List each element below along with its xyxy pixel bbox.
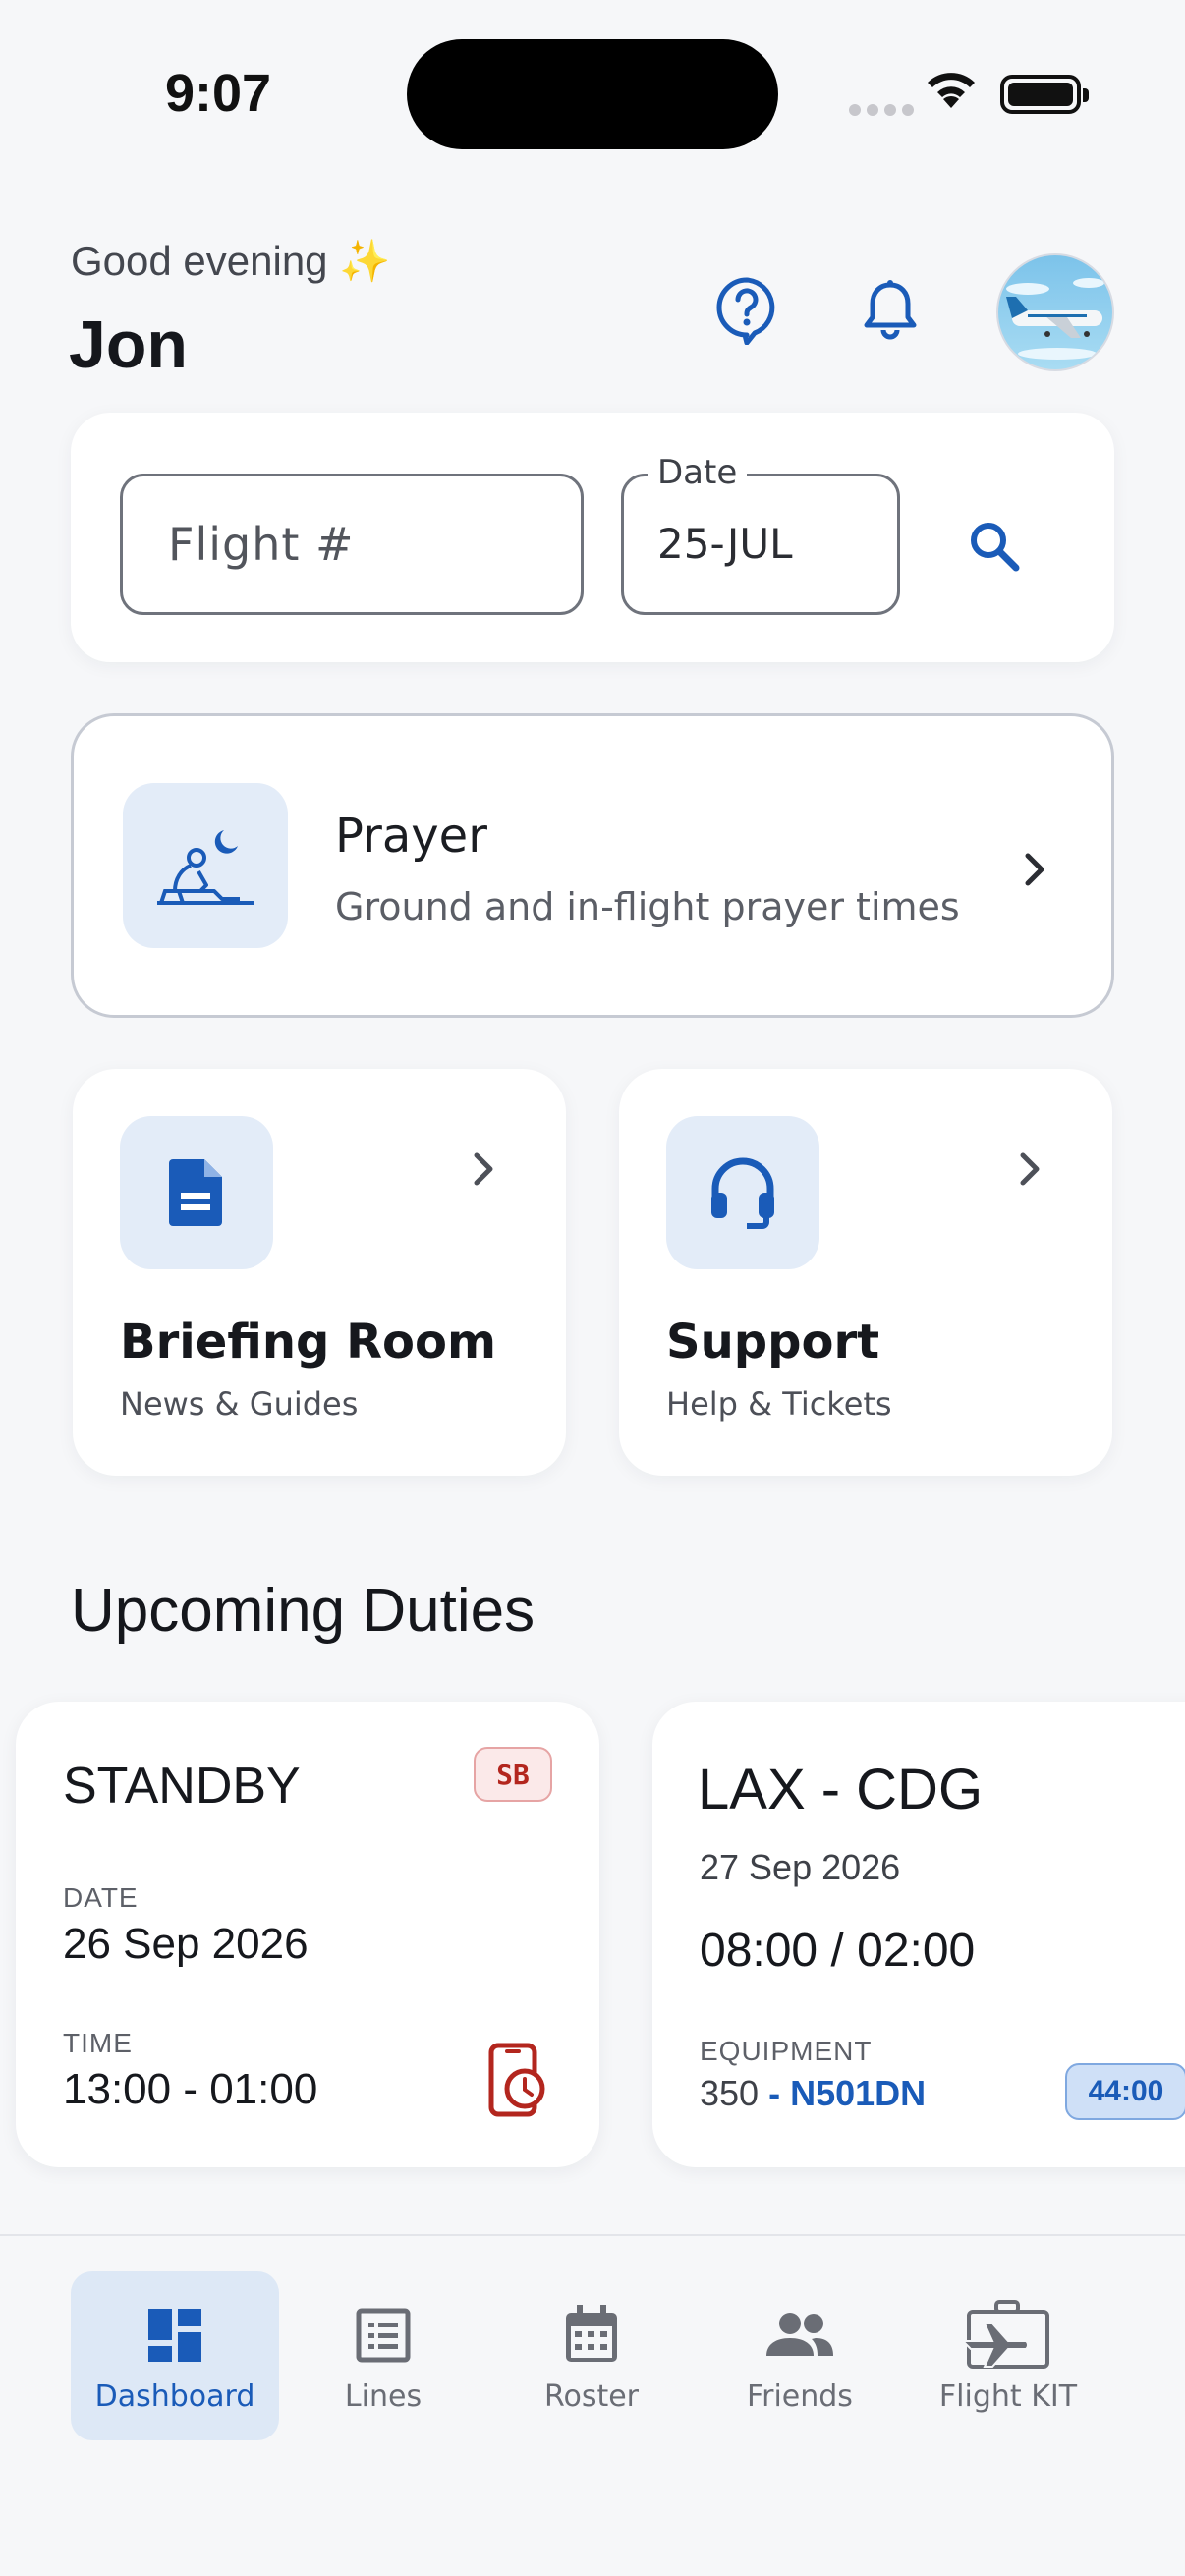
cellular-signal-icon	[849, 104, 914, 116]
list-icon	[355, 2301, 412, 2370]
profile-avatar[interactable]	[996, 253, 1114, 371]
flight-duty-card[interactable]: LAX - CDG 27 Sep 2026 08:00 / 02:00 EQUI…	[652, 1702, 1185, 2167]
battery-icon	[1000, 75, 1089, 114]
chevron-right-icon	[1010, 1149, 1049, 1189]
airplane-avatar-icon	[1006, 278, 1104, 360]
duty-date: 26 Sep 2026	[63, 1920, 309, 1968]
flight-bag-icon	[961, 2300, 1055, 2370]
aircraft-registration: N501DN	[790, 2073, 927, 2113]
nav-label: Friends	[747, 2380, 853, 2414]
prayer-title: Prayer	[335, 809, 487, 864]
equipment-label: EQUIPMENT	[700, 2036, 873, 2066]
people-icon	[764, 2301, 835, 2370]
support-subtitle: Help & Tickets	[666, 1385, 892, 1423]
chevron-right-icon	[464, 1149, 503, 1189]
dashboard-icon	[146, 2301, 203, 2370]
phone-clock-icon	[485, 2042, 548, 2123]
nav-label: Roster	[543, 2380, 640, 2414]
date-field[interactable]: Date 25-JUL	[621, 453, 900, 615]
date-field-label: Date	[648, 453, 748, 492]
briefing-room-subtitle: News & Guides	[120, 1385, 359, 1423]
nav-label: Dashboard	[94, 2380, 255, 2414]
user-name: Jon	[69, 308, 188, 382]
nav-roster[interactable]: Roster	[487, 2271, 696, 2440]
briefing-room-title: Briefing Room	[120, 1315, 497, 1370]
wifi-icon	[924, 69, 979, 117]
standby-duty-card[interactable]: STANDBY SB DATE 26 Sep 2026 TIME 13:00 -…	[16, 1702, 599, 2167]
support-icon-tile	[666, 1116, 819, 1269]
search-icon	[971, 523, 1020, 572]
chevron-right-icon	[1015, 850, 1054, 889]
prayer-icon-tile	[123, 783, 288, 948]
search-button[interactable]	[955, 507, 1034, 586]
flight-times: 08:00 / 02:00	[700, 1925, 976, 1977]
date-label: DATE	[63, 1882, 139, 1913]
headset-icon	[711, 1157, 774, 1229]
time-label: TIME	[63, 2028, 133, 2058]
standby-badge: SB	[474, 1747, 552, 1802]
greeting-text: Good evening ✨	[71, 238, 391, 284]
upcoming-duties-title: Upcoming Duties	[71, 1577, 536, 1645]
equipment-type: 350	[700, 2073, 760, 2113]
calendar-icon	[563, 2301, 620, 2370]
support-title: Support	[666, 1315, 880, 1370]
duration-badge: 44:00	[1065, 2063, 1185, 2120]
flight-date: 27 Sep 2026	[700, 1847, 901, 1887]
nav-lines[interactable]: Lines	[279, 2271, 487, 2440]
flight-route: LAX - CDG	[698, 1758, 984, 1821]
prayer-card[interactable]: Prayer Ground and in-flight prayer times	[71, 713, 1114, 1018]
equipment-separator: -	[759, 2073, 791, 2113]
duty-time: 13:00 - 01:00	[63, 2065, 318, 2113]
briefing-room-card[interactable]: Briefing Room News & Guides	[73, 1069, 566, 1476]
flight-number-input[interactable]: Flight #	[120, 474, 584, 615]
nav-friends[interactable]: Friends	[696, 2271, 904, 2440]
dynamic-island	[407, 39, 778, 149]
bell-icon	[864, 280, 917, 340]
nav-label: Flight KIT	[938, 2380, 1078, 2414]
notifications-button[interactable]	[851, 271, 930, 350]
duty-title: STANDBY	[63, 1758, 301, 1815]
bottom-nav: Dashboard Lines Roster Friends Flight KI…	[0, 2236, 1185, 2576]
prayer-icon	[157, 830, 254, 905]
status-bar: 9:07	[0, 0, 1185, 196]
help-icon	[716, 277, 775, 345]
nav-label: Lines	[344, 2380, 423, 2414]
equipment-line: 350 - N501DN	[700, 2073, 926, 2114]
briefing-icon-tile	[120, 1116, 273, 1269]
flight-search-card: Flight # Date 25-JUL	[71, 413, 1114, 662]
help-button[interactable]	[707, 271, 786, 350]
status-time: 9:07	[165, 64, 272, 123]
document-icon	[169, 1159, 222, 1226]
nav-flight-kit[interactable]: Flight KIT	[904, 2271, 1112, 2440]
nav-dashboard[interactable]: Dashboard	[71, 2271, 279, 2440]
support-card[interactable]: Support Help & Tickets	[619, 1069, 1112, 1476]
prayer-subtitle: Ground and in-flight prayer times	[335, 885, 960, 928]
date-field-value: 25-JUL	[657, 520, 793, 568]
